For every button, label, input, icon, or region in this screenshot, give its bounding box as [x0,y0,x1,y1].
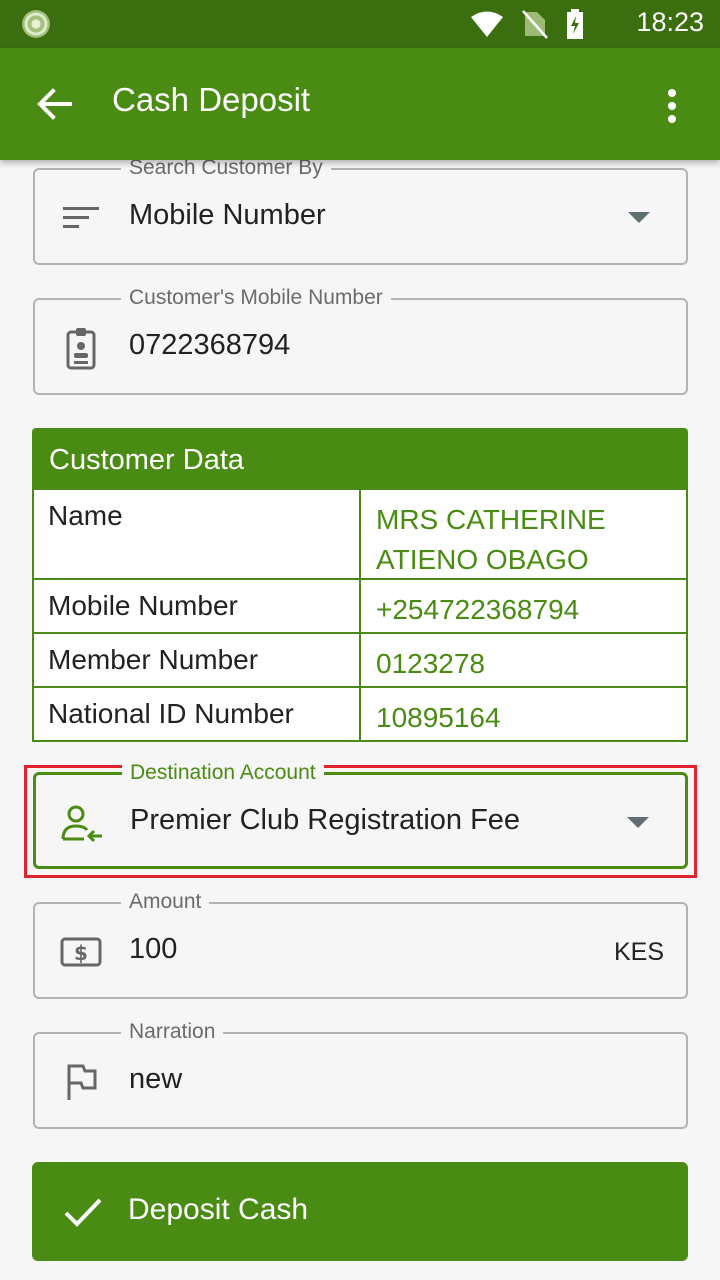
mobile-number-value: 0722368794 [129,329,291,361]
row-value: 10895164 [376,702,501,733]
row-key: Member Number [34,634,361,686]
amount-value: 100 [129,933,178,965]
customer-data-title: Customer Data [34,430,686,488]
search-by-select[interactable]: Search Customer By Mobile Number [33,154,688,265]
battery-charging-icon [567,9,583,39]
status-icons [470,9,584,39]
no-sim-icon [522,10,548,39]
destination-account-label: Destination Account [122,759,324,787]
currency-suffix: KES [613,938,664,966]
overflow-menu-button[interactable] [648,82,696,130]
row-key: Name [34,490,361,578]
dropdown-arrow-icon [628,212,650,223]
check-icon [60,1189,106,1235]
row-key: National ID Number [34,688,361,740]
row-value: 0123278 [376,648,486,679]
customer-data-table: Customer Data Name MRS CATHERINE ATIENO … [32,428,688,742]
status-bar: 18:23 [0,0,720,48]
flag-icon [59,1060,103,1104]
id-badge-icon [59,326,103,370]
deposit-cash-label: Deposit Cash [128,1193,309,1226]
search-by-value: Mobile Number [129,199,326,231]
mobile-number-label: Customer's Mobile Number [121,284,391,312]
status-time: 18:23 [636,7,704,37]
more-vert-icon [668,89,676,123]
amount-field[interactable]: Amount $ 100 KES [33,888,688,999]
row-key: Mobile Number [34,580,361,632]
arrow-back-icon [37,88,72,120]
table-row: Name MRS CATHERINE ATIENO OBAGO [34,488,686,578]
narration-label: Narration [121,1018,224,1046]
back-button[interactable] [28,78,80,130]
narration-field[interactable]: Narration new [33,1018,688,1129]
mobile-number-field[interactable]: Customer's Mobile Number 0722368794 [33,284,688,395]
destination-account-value: Premier Club Registration Fee [130,804,521,836]
app-bar: Cash Deposit [0,48,720,160]
page-title: Cash Deposit [112,81,311,118]
wifi-icon [471,11,503,37]
table-row: Mobile Number +254722368794 [34,578,686,632]
dropdown-arrow-icon [627,817,649,828]
row-value: +254722368794 [376,594,580,625]
table-row: Member Number 0123278 [34,632,686,686]
app-notification-icon [22,10,50,38]
sort-icon [59,196,103,240]
account-transfer-icon [60,801,104,845]
row-value: MRS CATHERINE ATIENO OBAGO [376,504,606,575]
deposit-cash-button[interactable]: Deposit Cash [32,1162,688,1261]
table-row: National ID Number 10895164 [34,686,686,740]
money-icon: $ [59,930,103,974]
svg-text:$: $ [74,941,88,965]
narration-value: new [129,1063,183,1095]
amount-label: Amount [121,888,210,916]
destination-account-select[interactable]: Destination Account Premier Club Registr… [33,759,688,869]
